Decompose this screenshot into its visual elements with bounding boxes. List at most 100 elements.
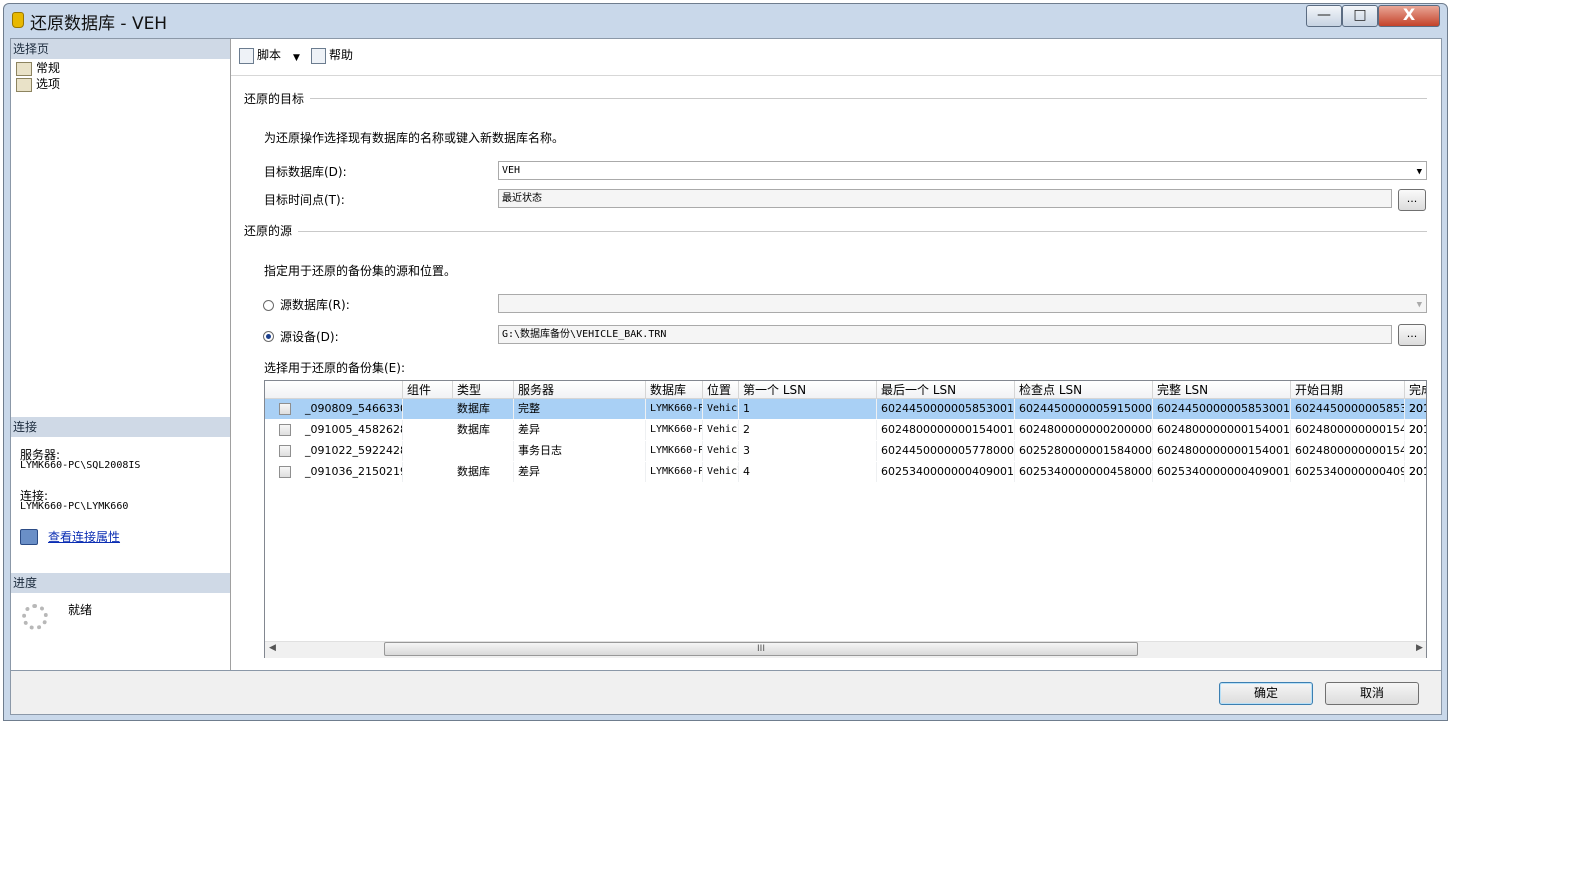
ok-button[interactable]: 确定 bbox=[1219, 682, 1313, 705]
grid-column-header[interactable] bbox=[265, 381, 403, 399]
table-cell: LYMK660-PC\SQL2008IS bbox=[646, 420, 703, 440]
cancel-button[interactable]: 取消 bbox=[1325, 682, 1419, 705]
table-cell: LYMK660-PC\SQL2008IS bbox=[646, 399, 703, 419]
table-cell: 602534000000040900117 bbox=[1291, 462, 1405, 482]
table-cell: 602480000000015400108 bbox=[1153, 420, 1291, 440]
close-button[interactable]: X bbox=[1378, 5, 1440, 27]
table-cell: Vehicle bbox=[703, 441, 739, 461]
grid-column-header[interactable]: 完整 LSN bbox=[1153, 381, 1291, 399]
source-description: 指定用于还原的备份集的源和位置。 bbox=[264, 264, 457, 278]
progress-header: 进度 bbox=[11, 573, 230, 593]
table-cell: LYMK660-PC\SQL2008IS bbox=[646, 462, 703, 482]
page-item-general[interactable]: 常规 bbox=[16, 60, 60, 76]
page-item-options[interactable]: 选项 bbox=[16, 76, 60, 92]
table-cell: 4 bbox=[739, 462, 877, 482]
table-cell: _090809_5466330 bbox=[301, 399, 403, 419]
table-cell: 602528000000158400001 bbox=[1015, 441, 1153, 461]
table-cell: 602445000000585300148 bbox=[1291, 399, 1405, 419]
table-cell: 602534000000045800001 bbox=[1015, 462, 1153, 482]
window-title: 还原数据库 - VEH bbox=[30, 14, 168, 34]
page-icon bbox=[16, 77, 32, 92]
target-db-label: 目标数据库(D): bbox=[264, 165, 347, 179]
table-cell: 3 bbox=[739, 441, 877, 461]
source-db-label: 源数据库(R): bbox=[280, 298, 350, 312]
scrollbar-thumb[interactable]: III bbox=[384, 642, 1138, 656]
minimize-button[interactable]: — bbox=[1306, 5, 1342, 27]
source-db-select[interactable]: ▼ bbox=[498, 294, 1427, 313]
table-row[interactable]: _091036_2150219 数据库差异LYMK660-PC\SQL2008IS… bbox=[265, 462, 1426, 482]
table-cell: Vehicle bbox=[703, 399, 739, 419]
database-icon bbox=[12, 12, 24, 28]
grid-column-header[interactable]: 检查点 LSN bbox=[1015, 381, 1153, 399]
table-cell: 201 bbox=[1405, 441, 1426, 461]
table-cell: 差异 bbox=[514, 462, 646, 482]
table-cell: 602480000000015400108 bbox=[1291, 420, 1405, 440]
chevron-down-icon: ▼ bbox=[1416, 167, 1422, 177]
toolbar bbox=[231, 39, 1441, 76]
script-button[interactable]: 脚本 bbox=[239, 47, 281, 64]
source-device-field: G:\数据库备份\VEHICLE_BAK.TRN bbox=[498, 325, 1392, 344]
grid-column-header[interactable]: 类型 bbox=[453, 381, 514, 399]
grid-column-header[interactable]: 位置 bbox=[703, 381, 739, 399]
table-cell: 1 bbox=[739, 399, 877, 419]
row-checkbox[interactable] bbox=[279, 445, 291, 457]
connection-properties-icon bbox=[20, 529, 38, 545]
view-connection-properties-link[interactable]: 查看连接属性 bbox=[48, 528, 120, 545]
table-cell: 602480000000015400108 bbox=[1291, 441, 1405, 461]
table-cell: 数据库 bbox=[453, 462, 514, 482]
target-group-line bbox=[310, 98, 1427, 99]
grid-column-header[interactable]: 组件 bbox=[403, 381, 453, 399]
table-cell: 数据库 bbox=[453, 399, 514, 419]
target-group-title: 还原的目标 bbox=[244, 92, 305, 106]
table-cell: 差异 bbox=[514, 420, 646, 440]
table-cell: _091005_4582628 bbox=[301, 420, 403, 440]
table-cell: 数据库 bbox=[453, 420, 514, 440]
target-db-select[interactable]: VEH ▼ bbox=[498, 161, 1427, 180]
table-cell: Vehicle bbox=[703, 462, 739, 482]
help-button[interactable]: 帮助 bbox=[311, 47, 353, 64]
target-time-browse-button[interactable]: ... bbox=[1398, 189, 1426, 211]
source-group-line bbox=[298, 231, 1427, 232]
table-cell: 201 bbox=[1405, 399, 1426, 419]
help-icon bbox=[311, 47, 326, 64]
script-dropdown-icon[interactable]: ▼ bbox=[293, 50, 300, 66]
target-time-field: 最近状态 bbox=[498, 189, 1392, 208]
table-cell: 602534000000040900117 bbox=[1153, 462, 1291, 482]
title-bar[interactable] bbox=[3, 3, 1448, 37]
source-device-radio[interactable] bbox=[263, 331, 274, 342]
source-database-radio[interactable] bbox=[263, 300, 274, 311]
grid-column-header[interactable]: 开始日期 bbox=[1291, 381, 1405, 399]
grid-column-header[interactable]: 第一个 LSN bbox=[739, 381, 877, 399]
scroll-right-icon[interactable]: ▶ bbox=[1416, 643, 1423, 653]
row-checkbox[interactable] bbox=[279, 403, 291, 415]
row-checkbox[interactable] bbox=[279, 424, 291, 436]
table-cell: 602480000000015400108 bbox=[1153, 441, 1291, 461]
table-cell: 602534000000040900117 bbox=[877, 462, 1015, 482]
server-value: LYMK660-PC\SQL2008IS bbox=[20, 460, 141, 471]
table-row[interactable]: _091022_5922428 事务日志LYMK660-PC\SQL2008ISV… bbox=[265, 441, 1426, 461]
grid-column-header[interactable]: 服务器 bbox=[514, 381, 646, 399]
scroll-left-icon[interactable]: ◀ bbox=[269, 643, 276, 653]
table-cell: 事务日志 bbox=[514, 441, 646, 461]
table-row[interactable]: _091005_4582628 数据库差异LYMK660-PC\SQL2008IS… bbox=[265, 420, 1426, 440]
progress-spinner-icon bbox=[22, 604, 48, 630]
grid-column-header[interactable]: 完成 bbox=[1405, 381, 1426, 399]
source-group-title: 还原的源 bbox=[244, 224, 293, 238]
table-cell: _091022_5922428 bbox=[301, 441, 403, 461]
table-cell: 201 bbox=[1405, 462, 1426, 482]
table-row[interactable]: _090809_5466330 数据库完整LYMK660-PC\SQL2008IS… bbox=[265, 399, 1426, 419]
chevron-down-icon: ▼ bbox=[1416, 300, 1422, 310]
page-icon bbox=[16, 61, 32, 76]
source-device-browse-button[interactable]: ... bbox=[1398, 324, 1426, 346]
table-cell: 602445000000577800001 bbox=[877, 441, 1015, 461]
grid-column-header[interactable]: 数据库 bbox=[646, 381, 703, 399]
grid-column-header[interactable]: 最后一个 LSN bbox=[877, 381, 1015, 399]
target-time-label: 目标时间点(T): bbox=[264, 193, 345, 207]
row-checkbox[interactable] bbox=[279, 466, 291, 478]
table-cell: 602445000000585300148 bbox=[1153, 399, 1291, 419]
table-cell: 完整 bbox=[514, 399, 646, 419]
maximize-button[interactable]: □ bbox=[1342, 5, 1378, 27]
target-description: 为还原操作选择现有数据库的名称或键入新数据库名称。 bbox=[264, 131, 565, 145]
backup-sets-grid[interactable]: 组件 类型 服务器 数据库 位置 第一个 LSN 最后一个 LSN 检查点 LSN 完整 LSN… bbox=[264, 380, 1427, 658]
table-cell: 201 bbox=[1405, 420, 1426, 440]
